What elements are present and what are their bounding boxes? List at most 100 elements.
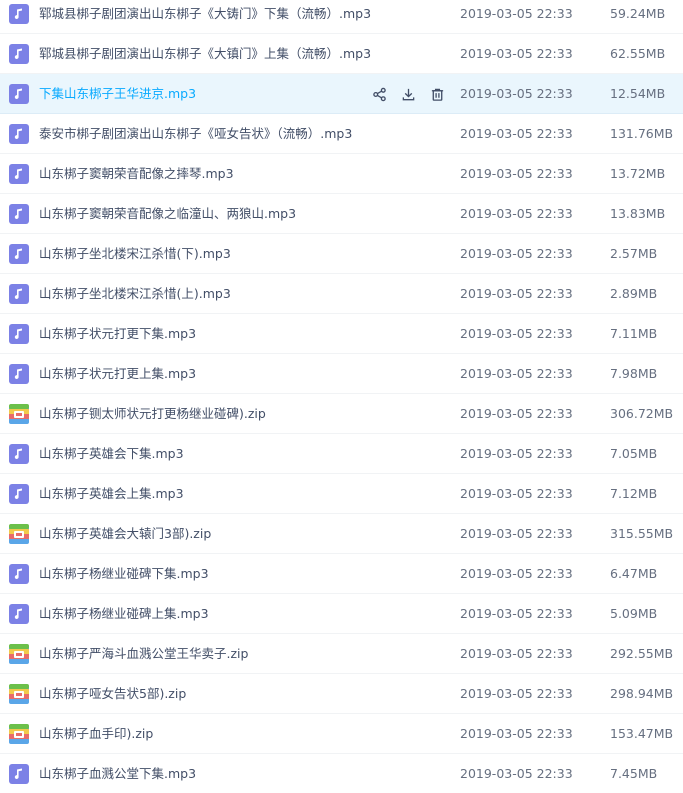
file-size: 131.76MB	[610, 126, 674, 141]
music-note-icon	[9, 764, 29, 784]
music-note-icon	[9, 84, 29, 104]
file-size: 7.05MB	[610, 446, 658, 461]
music-note-icon	[9, 364, 29, 384]
file-date: 2019-03-05 22:33	[460, 766, 573, 781]
zip-archive-icon	[9, 644, 29, 664]
file-date: 2019-03-05 22:33	[460, 126, 573, 141]
file-date: 2019-03-05 22:33	[460, 6, 573, 21]
file-date: 2019-03-05 22:33	[460, 206, 573, 221]
music-note-icon	[9, 284, 29, 304]
file-row-16[interactable]: 山东梆子杨继业碰碑上集.mp3 2019-03-05 22:33 5.09MB	[0, 594, 683, 634]
music-note-icon	[9, 44, 29, 64]
file-name[interactable]: 山东梆子杨继业碰碑上集.mp3	[39, 594, 209, 634]
music-note-icon	[9, 4, 29, 24]
file-date: 2019-03-05 22:33	[460, 246, 573, 261]
file-date: 2019-03-05 22:33	[460, 446, 573, 461]
file-name[interactable]: 山东梆子血溅公堂下集.mp3	[39, 754, 196, 793]
music-note-icon	[9, 244, 29, 264]
file-name[interactable]: 山东梆子英雄会下集.mp3	[39, 434, 184, 474]
music-note-icon	[9, 324, 29, 344]
file-date: 2019-03-05 22:33	[460, 486, 573, 501]
delete-icon[interactable]	[428, 85, 446, 103]
file-size: 12.54MB	[610, 86, 666, 101]
file-name[interactable]: 山东梆子杨继业碰碑下集.mp3	[39, 554, 209, 594]
file-date: 2019-03-05 22:33	[460, 646, 573, 661]
file-date: 2019-03-05 22:33	[460, 166, 573, 181]
file-row-15[interactable]: 山东梆子杨继业碰碑下集.mp3 2019-03-05 22:33 6.47MB	[0, 554, 683, 594]
file-name[interactable]: 泰安市梆子剧团演出山东梆子《哑女告状》（流畅）.mp3	[39, 114, 352, 154]
music-note-icon	[9, 204, 29, 224]
file-row-11[interactable]: 山东梆子铡太师状元打更杨继业碰碑).zip 2019-03-05 22:33 3…	[0, 394, 683, 434]
file-row-19[interactable]: 山东梆子血手印).zip 2019-03-05 22:33 153.47MB	[0, 714, 683, 754]
file-name[interactable]: 山东梆子英雄会上集.mp3	[39, 474, 184, 514]
file-size: 7.45MB	[610, 766, 658, 781]
file-row-14[interactable]: 山东梆子英雄会大辕门3部).zip 2019-03-05 22:33 315.5…	[0, 514, 683, 554]
file-name[interactable]: 山东梆子状元打更下集.mp3	[39, 314, 196, 354]
file-row-20[interactable]: 山东梆子血溅公堂下集.mp3 2019-03-05 22:33 7.45MB	[0, 754, 683, 793]
file-row-10[interactable]: 山东梆子状元打更上集.mp3 2019-03-05 22:33 7.98MB	[0, 354, 683, 394]
file-size: 315.55MB	[610, 526, 674, 541]
zip-archive-icon	[9, 724, 29, 744]
file-date: 2019-03-05 22:33	[460, 606, 573, 621]
file-name[interactable]: 山东梆子血手印).zip	[39, 714, 153, 754]
file-date: 2019-03-05 22:33	[460, 526, 573, 541]
row-actions	[370, 74, 446, 114]
zip-archive-icon	[9, 684, 29, 704]
file-name[interactable]: 山东梆子窦朝荣音配像之临潼山、两狼山.mp3	[39, 194, 296, 234]
music-note-icon	[9, 564, 29, 584]
file-size: 2.89MB	[610, 286, 658, 301]
file-size: 2.57MB	[610, 246, 658, 261]
file-date: 2019-03-05 22:33	[460, 326, 573, 341]
file-row-9[interactable]: 山东梆子状元打更下集.mp3 2019-03-05 22:33 7.11MB	[0, 314, 683, 354]
file-list: 郓城县梆子剧团演出山东梆子《大铸门》下集（流畅）.mp3 2019-03-05 …	[0, 0, 683, 787]
file-name[interactable]: 山东梆子坐北楼宋江杀惜(下).mp3	[39, 234, 231, 274]
share-icon[interactable]	[370, 85, 388, 103]
music-note-icon	[9, 124, 29, 144]
file-row-3[interactable]: 下集山东梆子王华进京.mp3 2019-03-05 22:33 12.54MB	[0, 74, 683, 114]
file-row-4[interactable]: 泰安市梆子剧团演出山东梆子《哑女告状》（流畅）.mp3 2019-03-05 2…	[0, 114, 683, 154]
file-size: 153.47MB	[610, 726, 674, 741]
zip-archive-icon	[9, 524, 29, 544]
zip-archive-icon	[9, 404, 29, 424]
file-row-12[interactable]: 山东梆子英雄会下集.mp3 2019-03-05 22:33 7.05MB	[0, 434, 683, 474]
file-name[interactable]: 郓城县梆子剧团演出山东梆子《大镇门》上集（流畅）.mp3	[39, 34, 371, 74]
music-note-icon	[9, 444, 29, 464]
file-row-8[interactable]: 山东梆子坐北楼宋江杀惜(上).mp3 2019-03-05 22:33 2.89…	[0, 274, 683, 314]
file-date: 2019-03-05 22:33	[460, 366, 573, 381]
file-size: 13.83MB	[610, 206, 666, 221]
file-date: 2019-03-05 22:33	[460, 566, 573, 581]
file-row-7[interactable]: 山东梆子坐北楼宋江杀惜(下).mp3 2019-03-05 22:33 2.57…	[0, 234, 683, 274]
file-date: 2019-03-05 22:33	[460, 406, 573, 421]
file-row-2[interactable]: 郓城县梆子剧团演出山东梆子《大镇门》上集（流畅）.mp3 2019-03-05 …	[0, 34, 683, 74]
file-name[interactable]: 下集山东梆子王华进京.mp3	[39, 74, 196, 114]
file-name[interactable]: 山东梆子哑女告状5部).zip	[39, 674, 186, 714]
file-size: 6.47MB	[610, 566, 658, 581]
download-icon[interactable]	[399, 85, 417, 103]
file-name[interactable]: 郓城县梆子剧团演出山东梆子《大铸门》下集（流畅）.mp3	[39, 0, 371, 34]
file-name[interactable]: 山东梆子英雄会大辕门3部).zip	[39, 514, 211, 554]
file-row-17[interactable]: 山东梆子严海斗血溅公堂王华卖子.zip 2019-03-05 22:33 292…	[0, 634, 683, 674]
file-row-18[interactable]: 山东梆子哑女告状5部).zip 2019-03-05 22:33 298.94M…	[0, 674, 683, 714]
file-row-1[interactable]: 郓城县梆子剧团演出山东梆子《大铸门》下集（流畅）.mp3 2019-03-05 …	[0, 0, 683, 34]
file-row-5[interactable]: 山东梆子窦朝荣音配像之摔琴.mp3 2019-03-05 22:33 13.72…	[0, 154, 683, 194]
file-size: 59.24MB	[610, 6, 666, 21]
file-date: 2019-03-05 22:33	[460, 86, 573, 101]
file-size: 298.94MB	[610, 686, 674, 701]
file-size: 7.11MB	[610, 326, 658, 341]
file-name[interactable]: 山东梆子铡太师状元打更杨继业碰碑).zip	[39, 394, 266, 434]
music-note-icon	[9, 484, 29, 504]
file-date: 2019-03-05 22:33	[460, 726, 573, 741]
file-size: 7.98MB	[610, 366, 658, 381]
file-size: 62.55MB	[610, 46, 666, 61]
file-row-6[interactable]: 山东梆子窦朝荣音配像之临潼山、两狼山.mp3 2019-03-05 22:33 …	[0, 194, 683, 234]
file-row-13[interactable]: 山东梆子英雄会上集.mp3 2019-03-05 22:33 7.12MB	[0, 474, 683, 514]
music-note-icon	[9, 604, 29, 624]
file-date: 2019-03-05 22:33	[460, 286, 573, 301]
file-name[interactable]: 山东梆子坐北楼宋江杀惜(上).mp3	[39, 274, 231, 314]
file-name[interactable]: 山东梆子严海斗血溅公堂王华卖子.zip	[39, 634, 248, 674]
file-name[interactable]: 山东梆子窦朝荣音配像之摔琴.mp3	[39, 154, 234, 194]
file-date: 2019-03-05 22:33	[460, 46, 573, 61]
file-size: 13.72MB	[610, 166, 666, 181]
file-size: 306.72MB	[610, 406, 674, 421]
file-name[interactable]: 山东梆子状元打更上集.mp3	[39, 354, 196, 394]
